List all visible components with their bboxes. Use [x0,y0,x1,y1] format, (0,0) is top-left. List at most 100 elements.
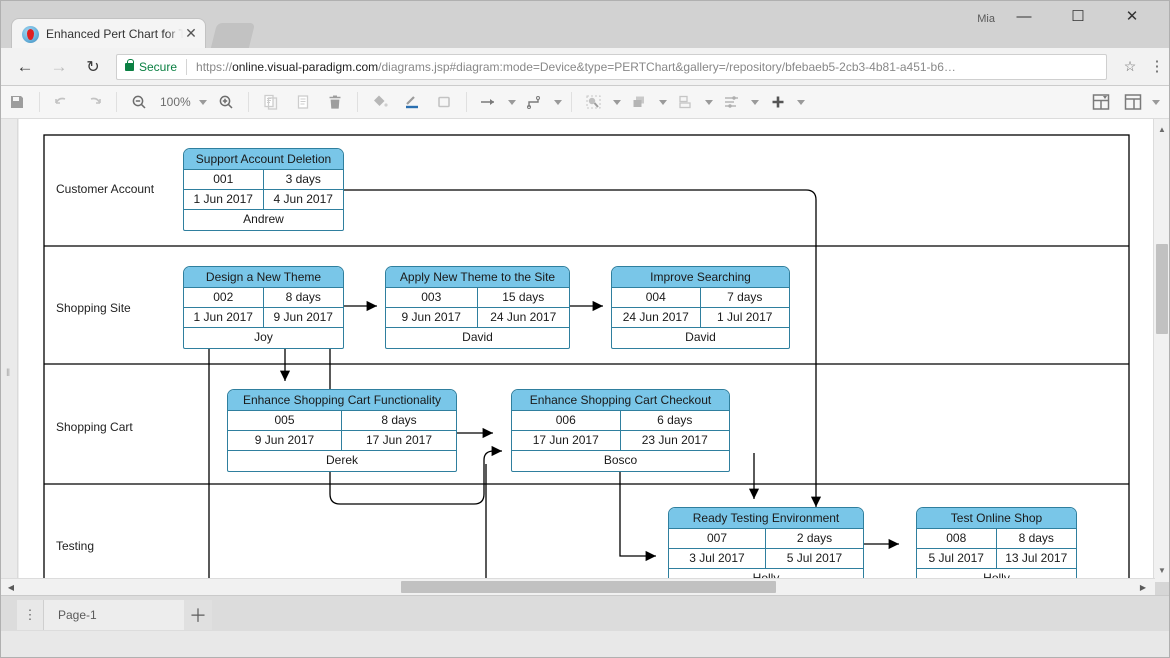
left-panel-expand-handle[interactable]: ‖ [6,367,13,381]
toolbar-right-group [1085,89,1169,115]
profile-name[interactable]: Mia [971,9,1001,29]
shape-style-icon[interactable] [431,89,457,115]
connector-arrow-icon[interactable] [476,89,502,115]
copy-icon[interactable] [258,89,284,115]
zoom-in-icon[interactable] [213,89,239,115]
browser-menu-icon[interactable]: ⋮ [1143,59,1169,74]
vertical-scrollbar-thumb[interactable] [1156,244,1168,334]
task-title: Ready Testing Environment [669,508,863,529]
task-title: Support Account Deletion [184,149,343,170]
lock-icon [125,58,134,71]
task-node[interactable]: Enhance Shopping Cart Functionality 005 … [227,389,457,472]
save-icon[interactable] [4,89,30,115]
diagram-canvas[interactable]: Customer Account Shopping Site Shopping … [19,119,1155,582]
task-row-dates: 17 Jun 2017 23 Jun 2017 [512,431,729,451]
zoom-out-icon[interactable] [126,89,152,115]
arrange-icon[interactable] [627,89,653,115]
align-icon[interactable] [673,89,699,115]
view-panel-icon[interactable] [1120,89,1146,115]
task-node[interactable]: Design a New Theme 002 8 days 1 Jun 2017… [183,266,344,349]
vertical-scrollbar[interactable]: ▲ ▼ [1153,119,1169,582]
lane-label-shopping-site: Shopping Site [56,301,131,315]
task-start-date: 24 Jun 2017 [612,308,701,327]
task-end-date: 9 Jun 2017 [273,310,333,324]
undo-icon[interactable] [49,89,75,115]
task-number: 004 [612,288,701,307]
fill-color-icon[interactable] [367,89,393,115]
task-duration: 3 days [285,172,321,186]
left-panel-rail: ‖ [1,119,18,582]
horizontal-scrollbar-thumb[interactable] [401,581,776,593]
task-title: Apply New Theme to the Site [386,267,569,288]
connector-route-icon[interactable] [522,89,548,115]
task-row-id-duration: 001 3 days [184,170,343,190]
back-icon[interactable]: ← [8,48,42,86]
scroll-down-icon[interactable]: ▼ [1154,562,1169,578]
app-toolbar: 100% [1,86,1169,119]
reload-icon[interactable]: ↻ [76,48,110,86]
task-row-dates: 3 Jul 2017 5 Jul 2017 [669,549,863,569]
distribute-icon[interactable] [719,89,745,115]
task-start-date: 1 Jun 2017 [184,190,264,209]
task-node[interactable]: Apply New Theme to the Site 003 15 days … [385,266,570,349]
select-tool-icon[interactable] [581,89,607,115]
paste-icon[interactable] [290,89,316,115]
bookmark-star-icon[interactable]: ☆ [1117,58,1143,75]
browser-tab[interactable]: Enhanced Pert Chart for T ✕ [11,18,206,49]
page-tab-page-1[interactable]: Page-1 [44,600,184,630]
tab-close-icon[interactable]: ✕ [183,26,199,42]
task-row-id-duration: 003 15 days [386,288,569,308]
scroll-left-icon[interactable]: ◀ [3,579,19,595]
delete-icon[interactable] [322,89,348,115]
task-row-owner: David [612,328,789,348]
task-node[interactable]: Test Online Shop 008 8 days 5 Jul 2017 1… [916,507,1077,582]
add-icon[interactable] [765,89,791,115]
task-owner: David [462,330,493,344]
task-owner: Andrew [243,212,284,226]
arrange-caret-icon[interactable] [658,99,667,105]
toolbar-divider [247,92,249,112]
scroll-right-icon[interactable]: ▶ [1135,579,1151,595]
scroll-up-icon[interactable]: ▲ [1154,121,1169,137]
task-row-dates: 5 Jul 2017 13 Jul 2017 [917,549,1076,569]
zoom-level-label[interactable]: 100% [155,95,196,109]
task-row-id-duration: 002 8 days [184,288,343,308]
secure-label: Secure [139,59,178,74]
layout-panel-icon[interactable] [1088,89,1114,115]
page-menu-icon[interactable]: ⋮ [17,600,44,630]
task-row-owner: Bosco [512,451,729,471]
zoom-dropdown-caret-icon[interactable] [198,99,207,105]
redo-icon[interactable] [81,89,107,115]
line-color-icon[interactable] [399,89,425,115]
omnibox-divider [186,58,188,75]
task-node[interactable]: Enhance Shopping Cart Checkout 006 6 day… [511,389,730,472]
add-caret-icon[interactable] [796,99,805,105]
task-title: Test Online Shop [917,508,1076,529]
distribute-caret-icon[interactable] [750,99,759,105]
window-minimize-button[interactable]: — [1001,1,1047,31]
task-duration: 7 days [727,290,763,304]
task-node[interactable]: Improve Searching 004 7 days 24 Jun 2017… [611,266,790,349]
task-start-date: 9 Jun 2017 [228,431,342,450]
forward-icon[interactable]: → [42,48,76,86]
task-start-date: 3 Jul 2017 [669,549,766,568]
task-row-owner: Derek [228,451,456,471]
window-close-button[interactable]: ✕ [1109,1,1155,31]
task-node[interactable]: Ready Testing Environment 007 2 days 3 J… [668,507,864,582]
new-tab-button[interactable] [210,23,256,48]
task-node[interactable]: Support Account Deletion 001 3 days 1 Ju… [183,148,344,231]
window-maximize-button[interactable]: ☐ [1055,1,1101,31]
connector-arrow-caret-icon[interactable] [507,99,516,105]
task-number: 006 [512,411,621,430]
task-row-dates: 9 Jun 2017 24 Jun 2017 [386,308,569,328]
status-bar [1,631,1169,657]
horizontal-scrollbar[interactable]: ◀ ▶ [1,578,1155,595]
connector-route-caret-icon[interactable] [553,99,562,105]
align-caret-icon[interactable] [704,99,713,105]
select-tool-caret-icon[interactable] [612,99,621,105]
task-row-id-duration: 004 7 days [612,288,789,308]
address-bar[interactable]: Secure https://online.visual-paradigm.co… [116,53,1107,80]
task-number: 002 [184,288,264,307]
add-page-button[interactable]: ＋ [184,600,212,630]
view-panel-caret-icon[interactable] [1152,99,1160,105]
